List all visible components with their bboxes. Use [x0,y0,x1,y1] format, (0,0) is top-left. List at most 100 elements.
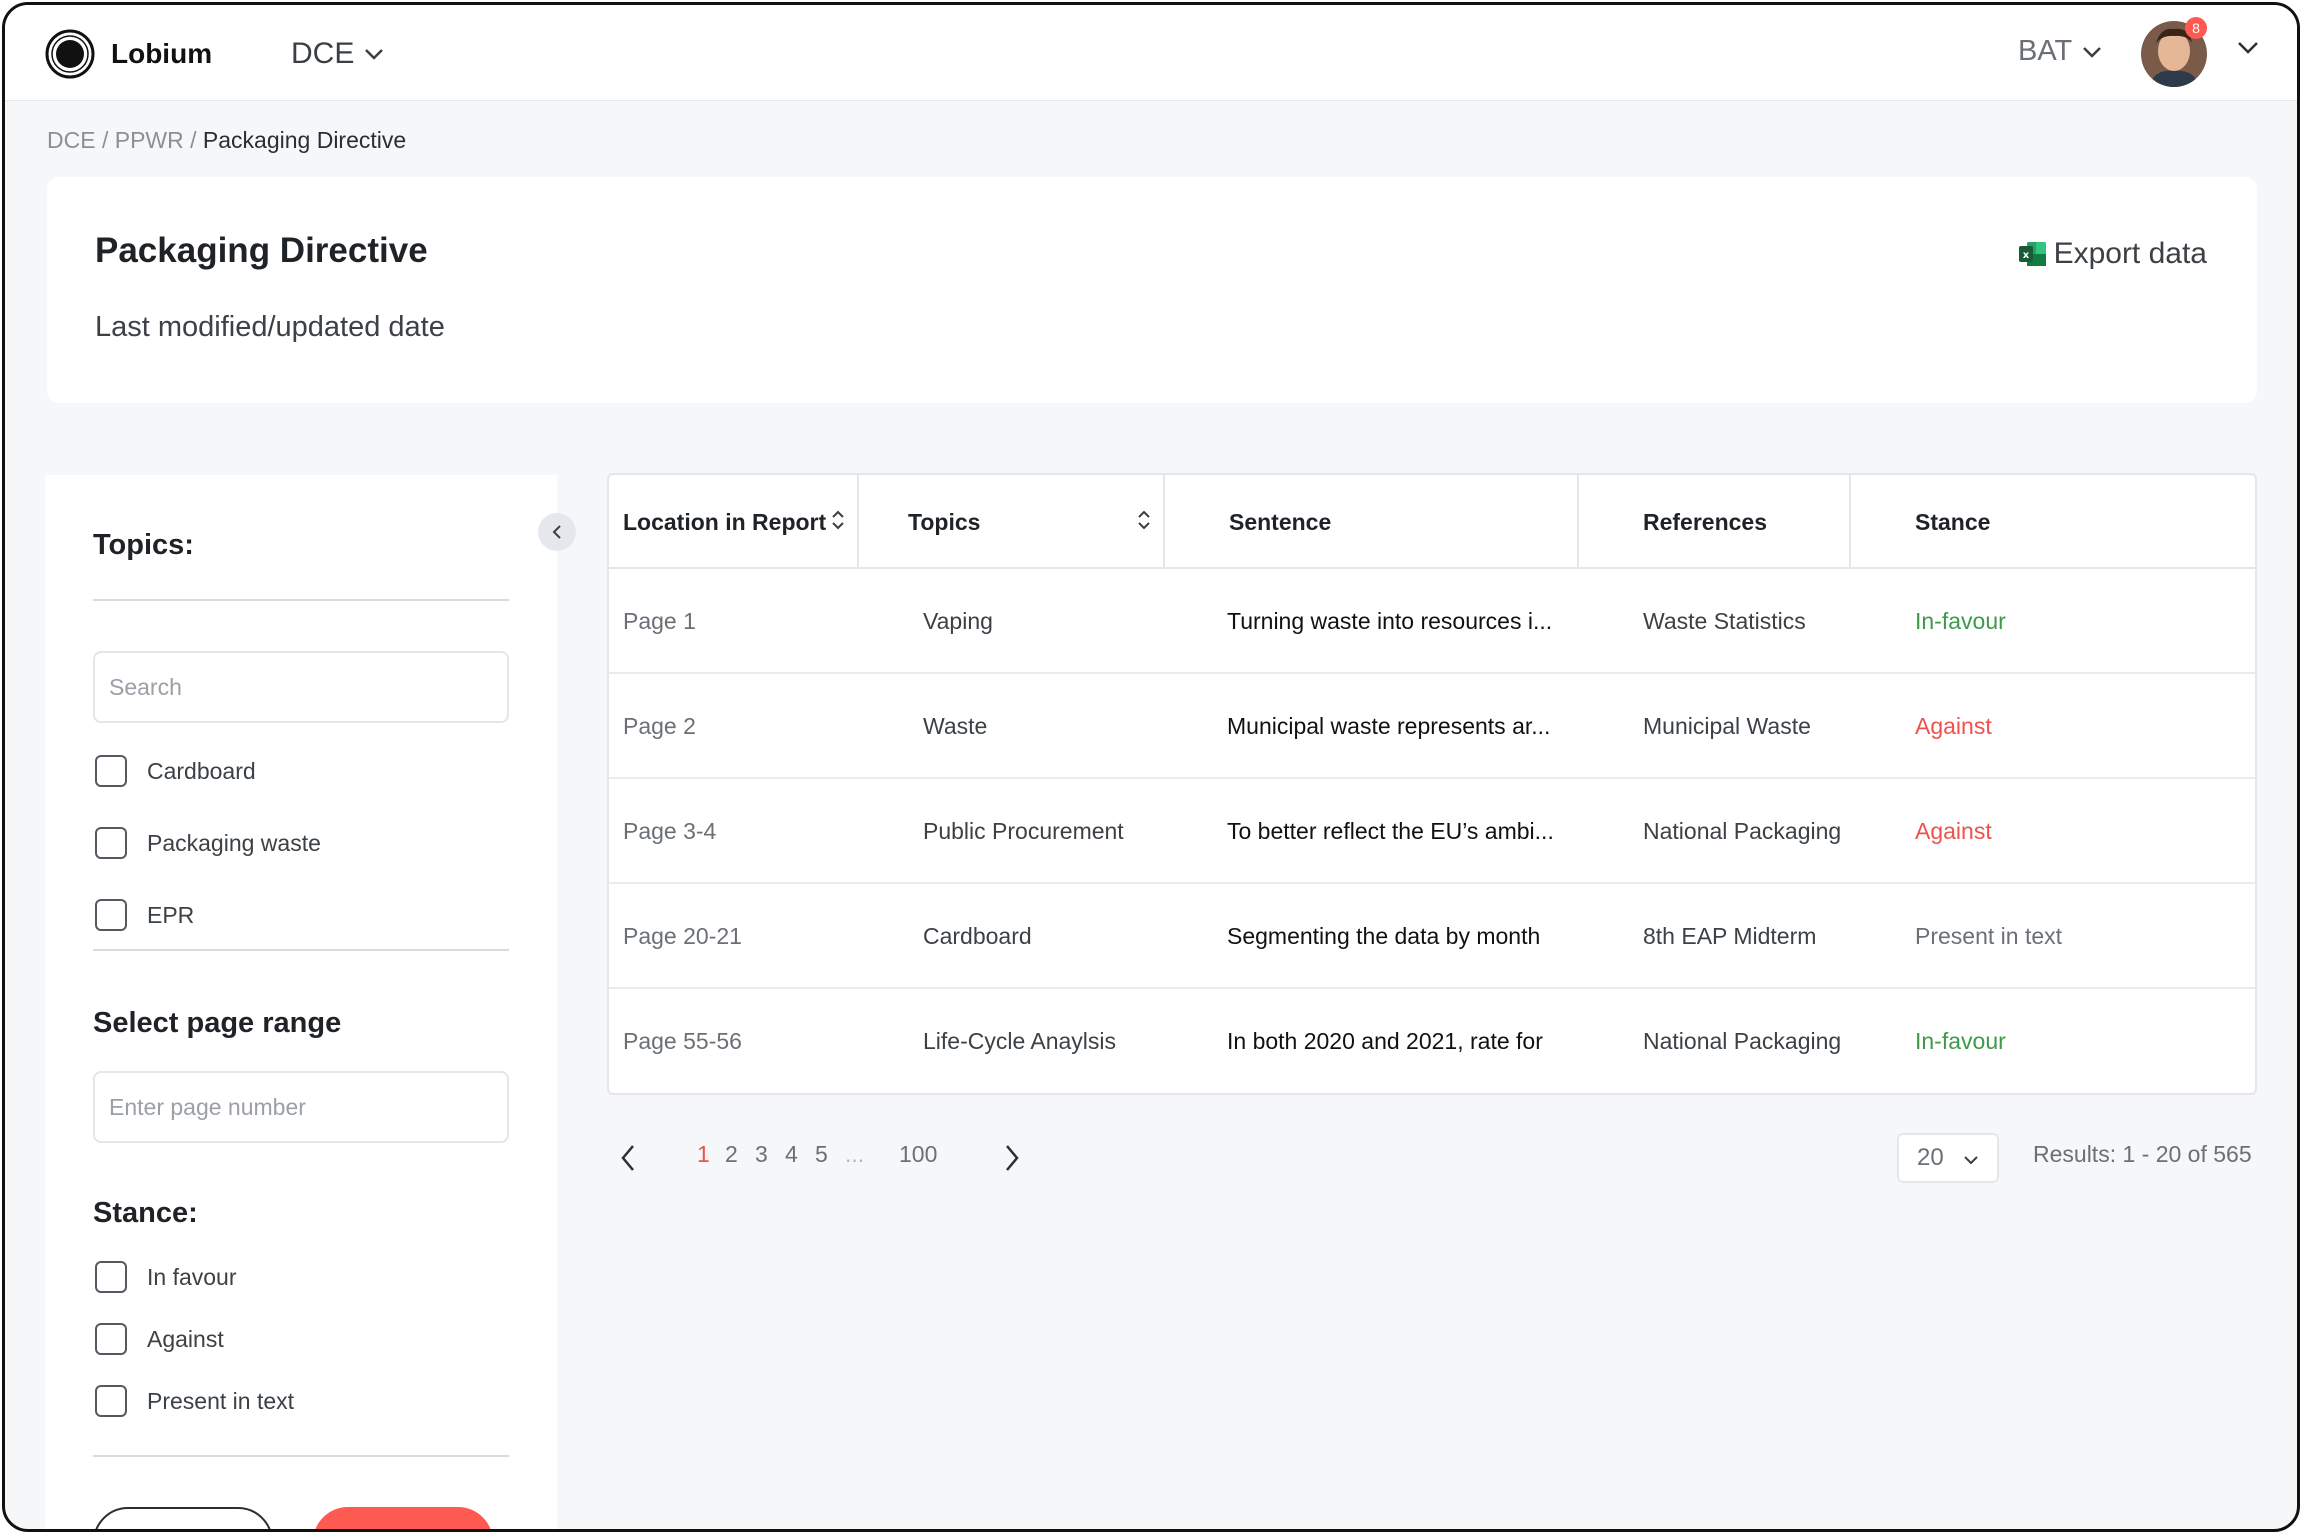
breadcrumb-separator: / [183,127,203,153]
per-page-value: 20 [1917,1144,1944,1171]
breadcrumb-current: Packaging Directive [202,127,407,153]
results-table: Location in Report Topics Sentence Refer… [607,473,2257,1095]
page-last[interactable]: 100 [899,1141,937,1168]
checkbox[interactable] [95,755,127,787]
column-header-stance: Stance [1851,475,2255,569]
checkbox[interactable] [95,1385,127,1417]
table-row[interactable]: Page 3-4 Public Procurement To better re… [609,779,2255,884]
project-selector[interactable]: DCE [291,37,384,71]
cell-reference: 8th EAP Midterm [1643,923,1817,949]
logo[interactable]: Lobium [45,29,212,79]
pagination: 1 2 3 4 5 ... 100 20 Results: 1 - 20 of … [607,1133,2257,1189]
chevron-down-icon [1964,1156,1978,1165]
column-header-label: Topics [908,508,981,535]
export-data-button[interactable]: x Export data [2018,237,2207,271]
table-row[interactable]: Page 55-56 Life-Cycle Anaylsis In both 2… [609,989,2255,1093]
topic-option-packaging-waste[interactable]: Packaging waste [95,827,321,859]
checkbox[interactable] [95,899,127,931]
cell-reference: National Packaging [1643,1028,1842,1054]
sort-icon[interactable] [831,509,845,531]
checkbox[interactable] [95,1323,127,1355]
cell-location: Page 55-56 [623,1028,742,1054]
chevron-down-icon [2238,42,2258,54]
checkbox[interactable] [95,1261,127,1293]
last-modified-label: Last modified/updated date [95,311,445,343]
cell-location: Page 2 [623,713,696,739]
topic-option-label: Cardboard [147,757,256,784]
next-page-icon[interactable] [1003,1143,1021,1173]
page-4[interactable]: 4 [785,1141,798,1168]
collapse-filters-button[interactable] [538,513,576,551]
stance-option-against[interactable]: Against [95,1323,224,1355]
user-avatar[interactable]: 8 [2141,17,2207,87]
divider [93,1455,509,1457]
column-header-topics[interactable]: Topics [859,475,1165,569]
notification-badge: 8 [2185,17,2207,39]
sort-icon[interactable] [1137,509,1151,531]
breadcrumb: DCE / PPWR / Packaging Directive [47,127,406,154]
column-header-location[interactable]: Location in Report [609,475,859,569]
table-row[interactable]: Page 1 Vaping Turning waste into resourc… [609,569,2255,674]
page-ellipsis: ... [845,1141,865,1167]
app-window: Lobium DCE BAT 8 DCE / PPWR / Packaging … [2,2,2300,1532]
table-header: Location in Report Topics Sentence Refer… [609,475,2255,569]
checkbox[interactable] [95,827,127,859]
topic-option-label: EPR [147,901,195,928]
svg-text:x: x [2022,250,2029,261]
cell-location: Page 1 [623,608,696,634]
org-selector[interactable]: BAT [2018,35,2102,68]
column-header-label: Sentence [1229,508,1332,535]
cell-reference: Municipal Waste [1643,713,1811,739]
divider [93,949,509,951]
project-label: DCE [291,37,355,70]
cell-location: Page 3-4 [623,818,717,844]
page-5[interactable]: 5 [815,1141,828,1168]
page-2[interactable]: 2 [725,1141,738,1168]
cell-reference: National Packaging [1643,818,1842,844]
column-header-label: References [1643,508,1768,535]
column-header-sentence: Sentence [1165,475,1579,569]
column-header-label: Location in Report [623,508,827,535]
cell-sentence: Turning waste into resources i... [1227,608,1553,634]
topic-search-input[interactable] [93,651,509,723]
document-header-card: Packaging Directive Last modified/update… [47,177,2257,403]
page-3[interactable]: 3 [755,1141,768,1168]
cell-topic: Cardboard [923,923,1032,949]
page-number-input[interactable] [93,1071,509,1143]
cell-topic: Vaping [923,608,993,634]
divider [93,599,509,601]
user-menu-toggle[interactable] [2227,41,2259,60]
page-1[interactable]: 1 [697,1141,710,1168]
breadcrumb-item-dce[interactable]: DCE [47,127,96,153]
previous-page-icon[interactable] [619,1143,637,1173]
cell-stance: Against [1915,713,1992,739]
chevron-left-icon [552,525,561,539]
page-range-heading: Select page range [93,1007,342,1039]
table-row[interactable]: Page 2 Waste Municipal waste represents … [609,674,2255,779]
stance-option-in-favour[interactable]: In favour [95,1261,237,1293]
lobium-logo-icon [45,29,95,79]
filter-button[interactable]: Filter [313,1507,493,1529]
cell-stance: Against [1915,818,1992,844]
per-page-select[interactable]: 20 [1897,1133,1999,1183]
cell-reference: Waste Statistics [1643,608,1806,634]
cell-stance: In-favour [1915,1028,2006,1054]
page-title: Packaging Directive [95,231,428,270]
topic-option-cardboard[interactable]: Cardboard [95,755,256,787]
cell-location: Page 20-21 [623,923,742,949]
results-count: Results: 1 - 20 of 565 [2033,1141,2252,1167]
chevron-down-icon [2083,46,2102,58]
breadcrumb-item-ppwr[interactable]: PPWR [115,127,184,153]
cell-sentence: Segmenting the data by month [1227,923,1541,949]
stance-option-label: In favour [147,1263,237,1290]
chevron-down-icon [365,49,384,60]
cell-sentence: Municipal waste represents ar... [1227,713,1551,739]
reset-button[interactable]: Reset [93,1507,273,1529]
topic-option-epr[interactable]: EPR [95,899,194,931]
export-data-label: Export data [2053,237,2207,270]
cell-sentence: In both 2020 and 2021, rate for [1227,1028,1543,1054]
cell-topic: Public Procurement [923,818,1124,844]
table-row[interactable]: Page 20-21 Cardboard Segmenting the data… [609,884,2255,989]
stance-option-present-in-text[interactable]: Present in text [95,1385,294,1417]
topics-heading: Topics: [93,529,194,561]
